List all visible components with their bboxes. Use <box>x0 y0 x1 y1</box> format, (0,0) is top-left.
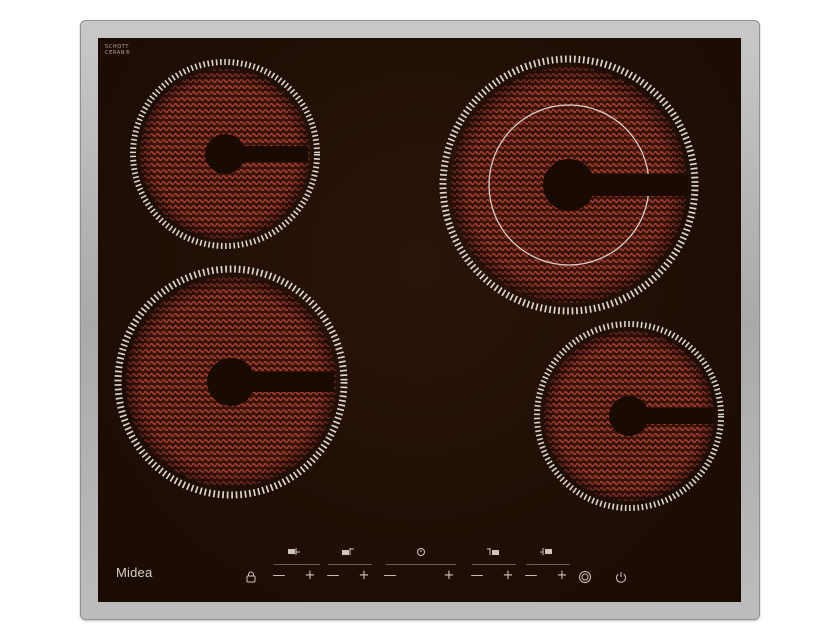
coil-center <box>207 358 255 406</box>
zone-1-minus-button[interactable]: — <box>271 569 287 585</box>
coil-lead <box>588 174 688 196</box>
zone-2-plus-button[interactable]: + <box>356 569 372 585</box>
zone-2-minus-button[interactable]: — <box>325 569 341 585</box>
zone-rear-left-icon <box>342 548 354 555</box>
coil-lead <box>240 146 308 162</box>
zone-front-right-icon <box>540 548 552 555</box>
cooking-zone-front-right <box>534 321 724 511</box>
cooking-zone-front-left <box>114 265 348 499</box>
zone-4-minus-button[interactable]: — <box>523 569 539 585</box>
zone-front-left-icon <box>288 548 300 555</box>
timer-icon <box>417 548 425 556</box>
zone-4-plus-button[interactable]: + <box>554 569 570 585</box>
zone-3-minus-button[interactable]: — <box>469 569 485 585</box>
brand-logo: Midea <box>116 565 152 580</box>
zone-3-underline <box>472 564 516 565</box>
cooking-zone-rear-right-dual <box>439 55 699 315</box>
zone-1-underline <box>274 564 320 565</box>
timer-minus-button[interactable]: — <box>382 569 398 585</box>
coil-center <box>543 159 595 211</box>
zone-rear-right-icon <box>487 548 499 555</box>
timer-underline <box>386 564 456 565</box>
brand-logo-letter: M <box>116 565 128 580</box>
lock-icon[interactable] <box>244 570 258 584</box>
coil-lead <box>248 372 334 392</box>
zone-1-plus-button[interactable]: + <box>302 569 318 585</box>
coil-center <box>609 396 649 436</box>
coil-lead <box>644 408 714 424</box>
brand-logo-text: idea <box>127 565 153 580</box>
double-ring-icon[interactable] <box>578 570 592 584</box>
coil-center <box>205 134 245 174</box>
cooking-zone-rear-left <box>130 59 320 249</box>
timer-plus-button[interactable]: + <box>441 569 457 585</box>
cooktop-image: SCHOTT CERAN® M idea — + — + — + — + — + <box>0 0 840 640</box>
zone-4-underline <box>526 564 570 565</box>
zone-2-underline <box>328 564 372 565</box>
zone-3-plus-button[interactable]: + <box>500 569 516 585</box>
cooking-zones <box>114 55 724 511</box>
power-icon[interactable] <box>614 570 628 584</box>
